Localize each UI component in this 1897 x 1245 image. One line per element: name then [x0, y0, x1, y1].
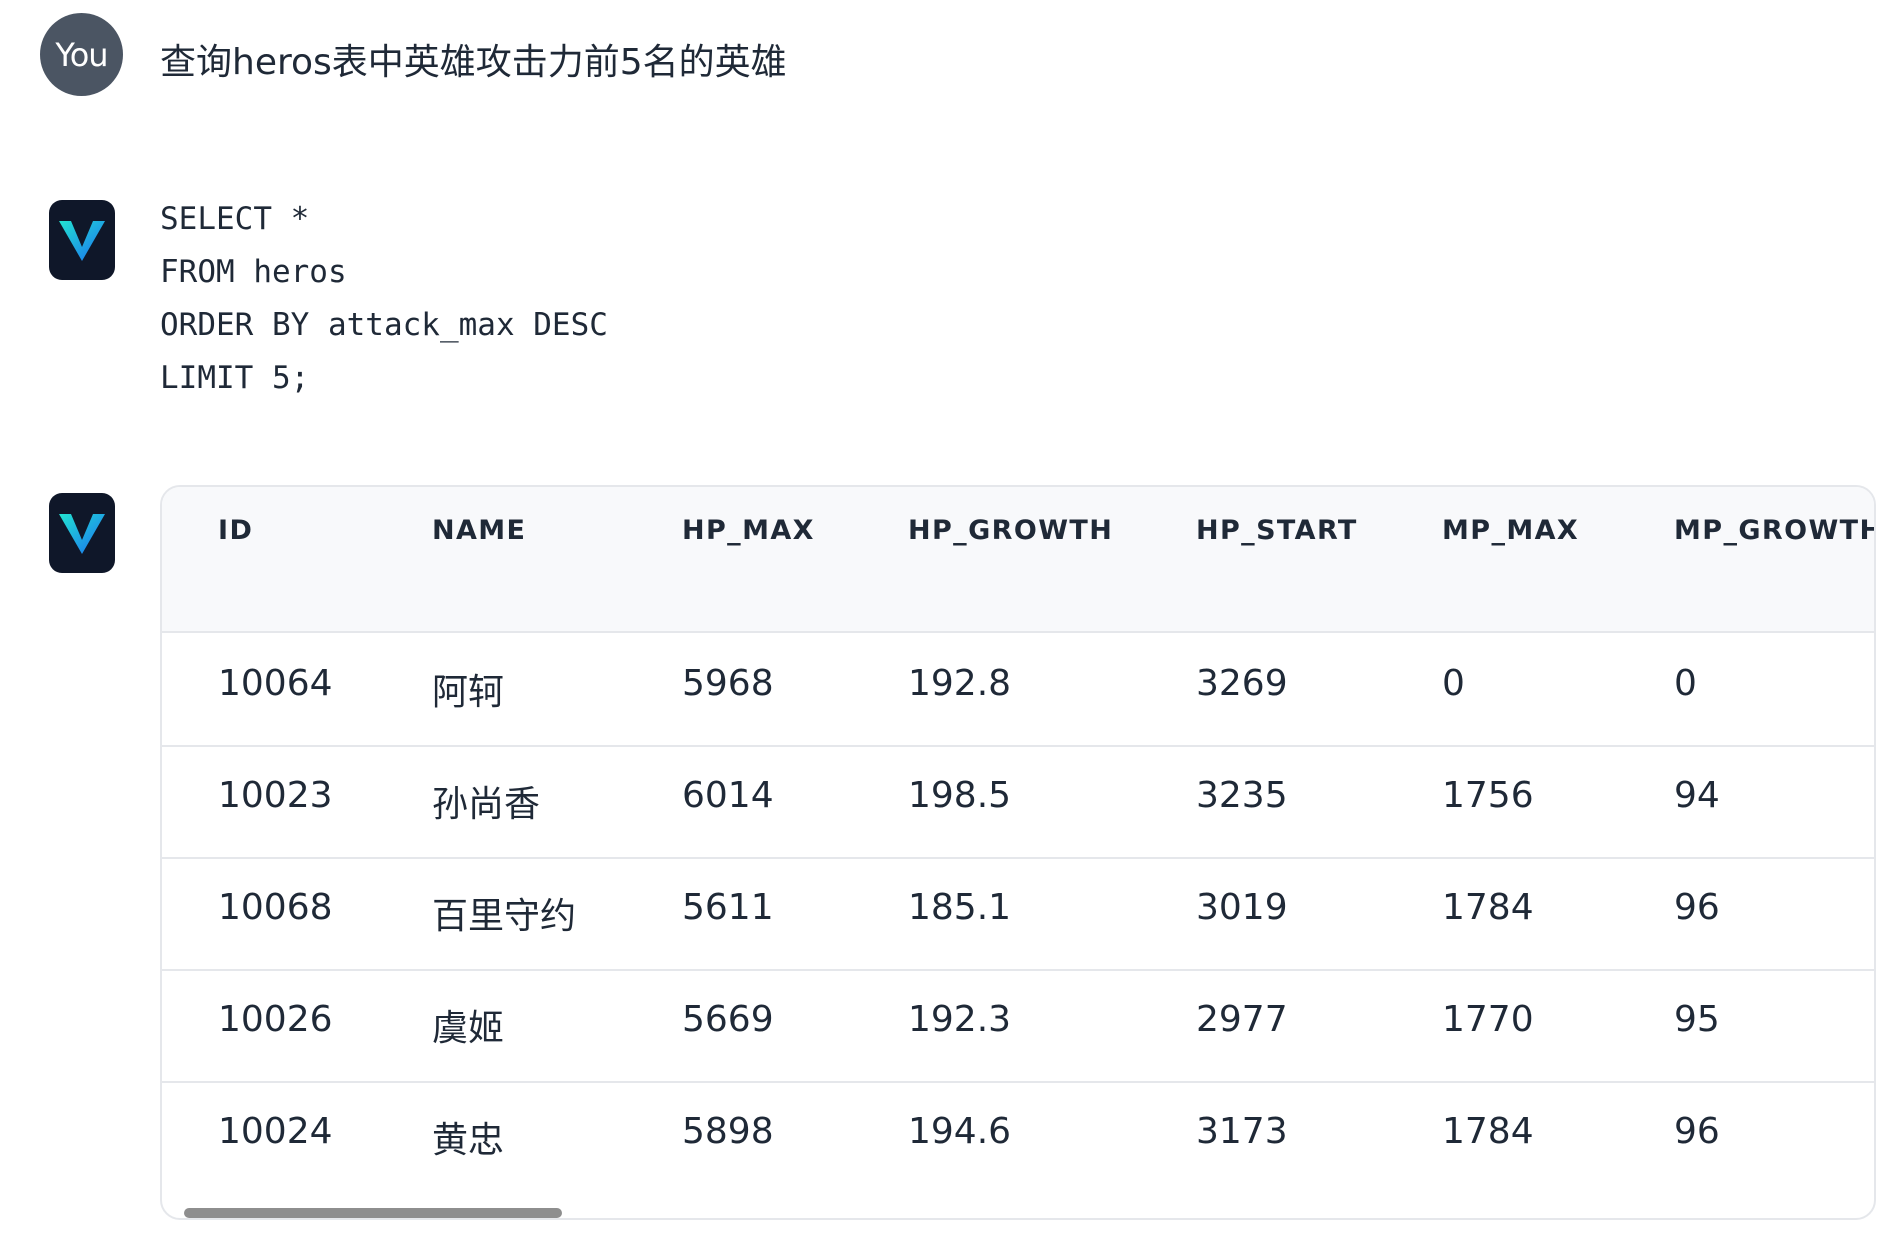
table-header-row: ID NAME HP_MAX HP_GROWTH HP_START MP_MAX… [162, 487, 1874, 633]
table-cell: 2977 [1196, 999, 1288, 1040]
table-cell: 1770 [1442, 999, 1534, 1040]
table-row: 10024 黄忠 5898 194.6 3173 1784 96 [162, 1081, 1874, 1193]
column-header-hp-max: HP_MAX [682, 515, 815, 546]
table-cell: 10026 [218, 999, 333, 1040]
table-cell: 95 [1674, 999, 1720, 1040]
table-cell: 孙尚香 [432, 784, 541, 825]
table-cell: 1784 [1442, 1111, 1534, 1152]
column-header-mp-max: MP_MAX [1442, 515, 1580, 546]
horizontal-scrollbar[interactable] [162, 1206, 1874, 1218]
table-cell: 3173 [1196, 1111, 1288, 1152]
table-cell: 10024 [218, 1111, 333, 1152]
table-cell: 10064 [218, 663, 333, 704]
table-row: 10026 虞姬 5669 192.3 2977 1770 95 [162, 969, 1874, 1083]
result-table: ID NAME HP_MAX HP_GROWTH HP_START MP_MAX… [160, 485, 1876, 1220]
table-cell: 185.1 [908, 887, 1012, 928]
user-avatar-label: You [55, 35, 108, 74]
column-header-name: NAME [432, 515, 527, 546]
table-row: 10064 阿轲 5968 192.8 3269 0 0 [162, 633, 1874, 747]
table-cell: 6014 [682, 775, 774, 816]
table-cell: 198.5 [908, 775, 1012, 816]
user-message-text: 查询heros表中英雄攻击力前5名的英雄 [160, 42, 787, 83]
table-row: 10068 百里守约 5611 185.1 3019 1784 96 [162, 857, 1874, 971]
column-header-id: ID [218, 515, 254, 546]
table-cell: 96 [1674, 887, 1720, 928]
sql-line: SELECT * [160, 201, 310, 237]
user-avatar: You [40, 13, 123, 96]
table-cell: 5669 [682, 999, 774, 1040]
table-cell: 3235 [1196, 775, 1288, 816]
user-message: You 查询heros表中英雄攻击力前5名的英雄 [40, 13, 787, 96]
column-header-hp-growth: HP_GROWTH [908, 515, 1114, 546]
table-cell: 5611 [682, 887, 774, 928]
table-cell: 阿轲 [432, 672, 505, 713]
bot-avatar [49, 200, 115, 280]
chevron-v-logo-icon [59, 514, 105, 554]
table-cell: 1756 [1442, 775, 1534, 816]
sql-code-block: SELECT * FROM heros ORDER BY attack_max DE… [160, 193, 608, 405]
table-cell: 5898 [682, 1111, 774, 1152]
table-cell: 3019 [1196, 887, 1288, 928]
table-cell: 194.6 [908, 1111, 1012, 1152]
horizontal-scrollbar-thumb[interactable] [184, 1208, 562, 1218]
table-cell: 0 [1442, 663, 1465, 704]
table-cell: 黄忠 [432, 1120, 505, 1161]
table-row: 10023 孙尚香 6014 198.5 3235 1756 94 [162, 745, 1874, 859]
column-header-hp-start: HP_START [1196, 515, 1358, 546]
table-cell: 百里守约 [432, 896, 577, 937]
table-cell: 192.8 [908, 663, 1012, 704]
sql-line: LIMIT 5; [160, 360, 310, 396]
chevron-v-logo-icon [59, 221, 105, 261]
column-header-mp-growth: MP_GROWTH [1674, 515, 1876, 546]
table-cell: 1784 [1442, 887, 1534, 928]
table-cell: 96 [1674, 1111, 1720, 1152]
table-cell: 0 [1674, 663, 1697, 704]
bot-avatar [49, 493, 115, 573]
table-cell: 192.3 [908, 999, 1012, 1040]
table-cell: 虞姬 [432, 1008, 505, 1049]
sql-line: ORDER BY attack_max DESC [160, 307, 608, 343]
table-cell: 10023 [218, 775, 333, 816]
table-cell: 3269 [1196, 663, 1288, 704]
sql-line: FROM heros [160, 254, 347, 290]
table-cell: 5968 [682, 663, 774, 704]
table-cell: 94 [1674, 775, 1720, 816]
table-cell: 10068 [218, 887, 333, 928]
